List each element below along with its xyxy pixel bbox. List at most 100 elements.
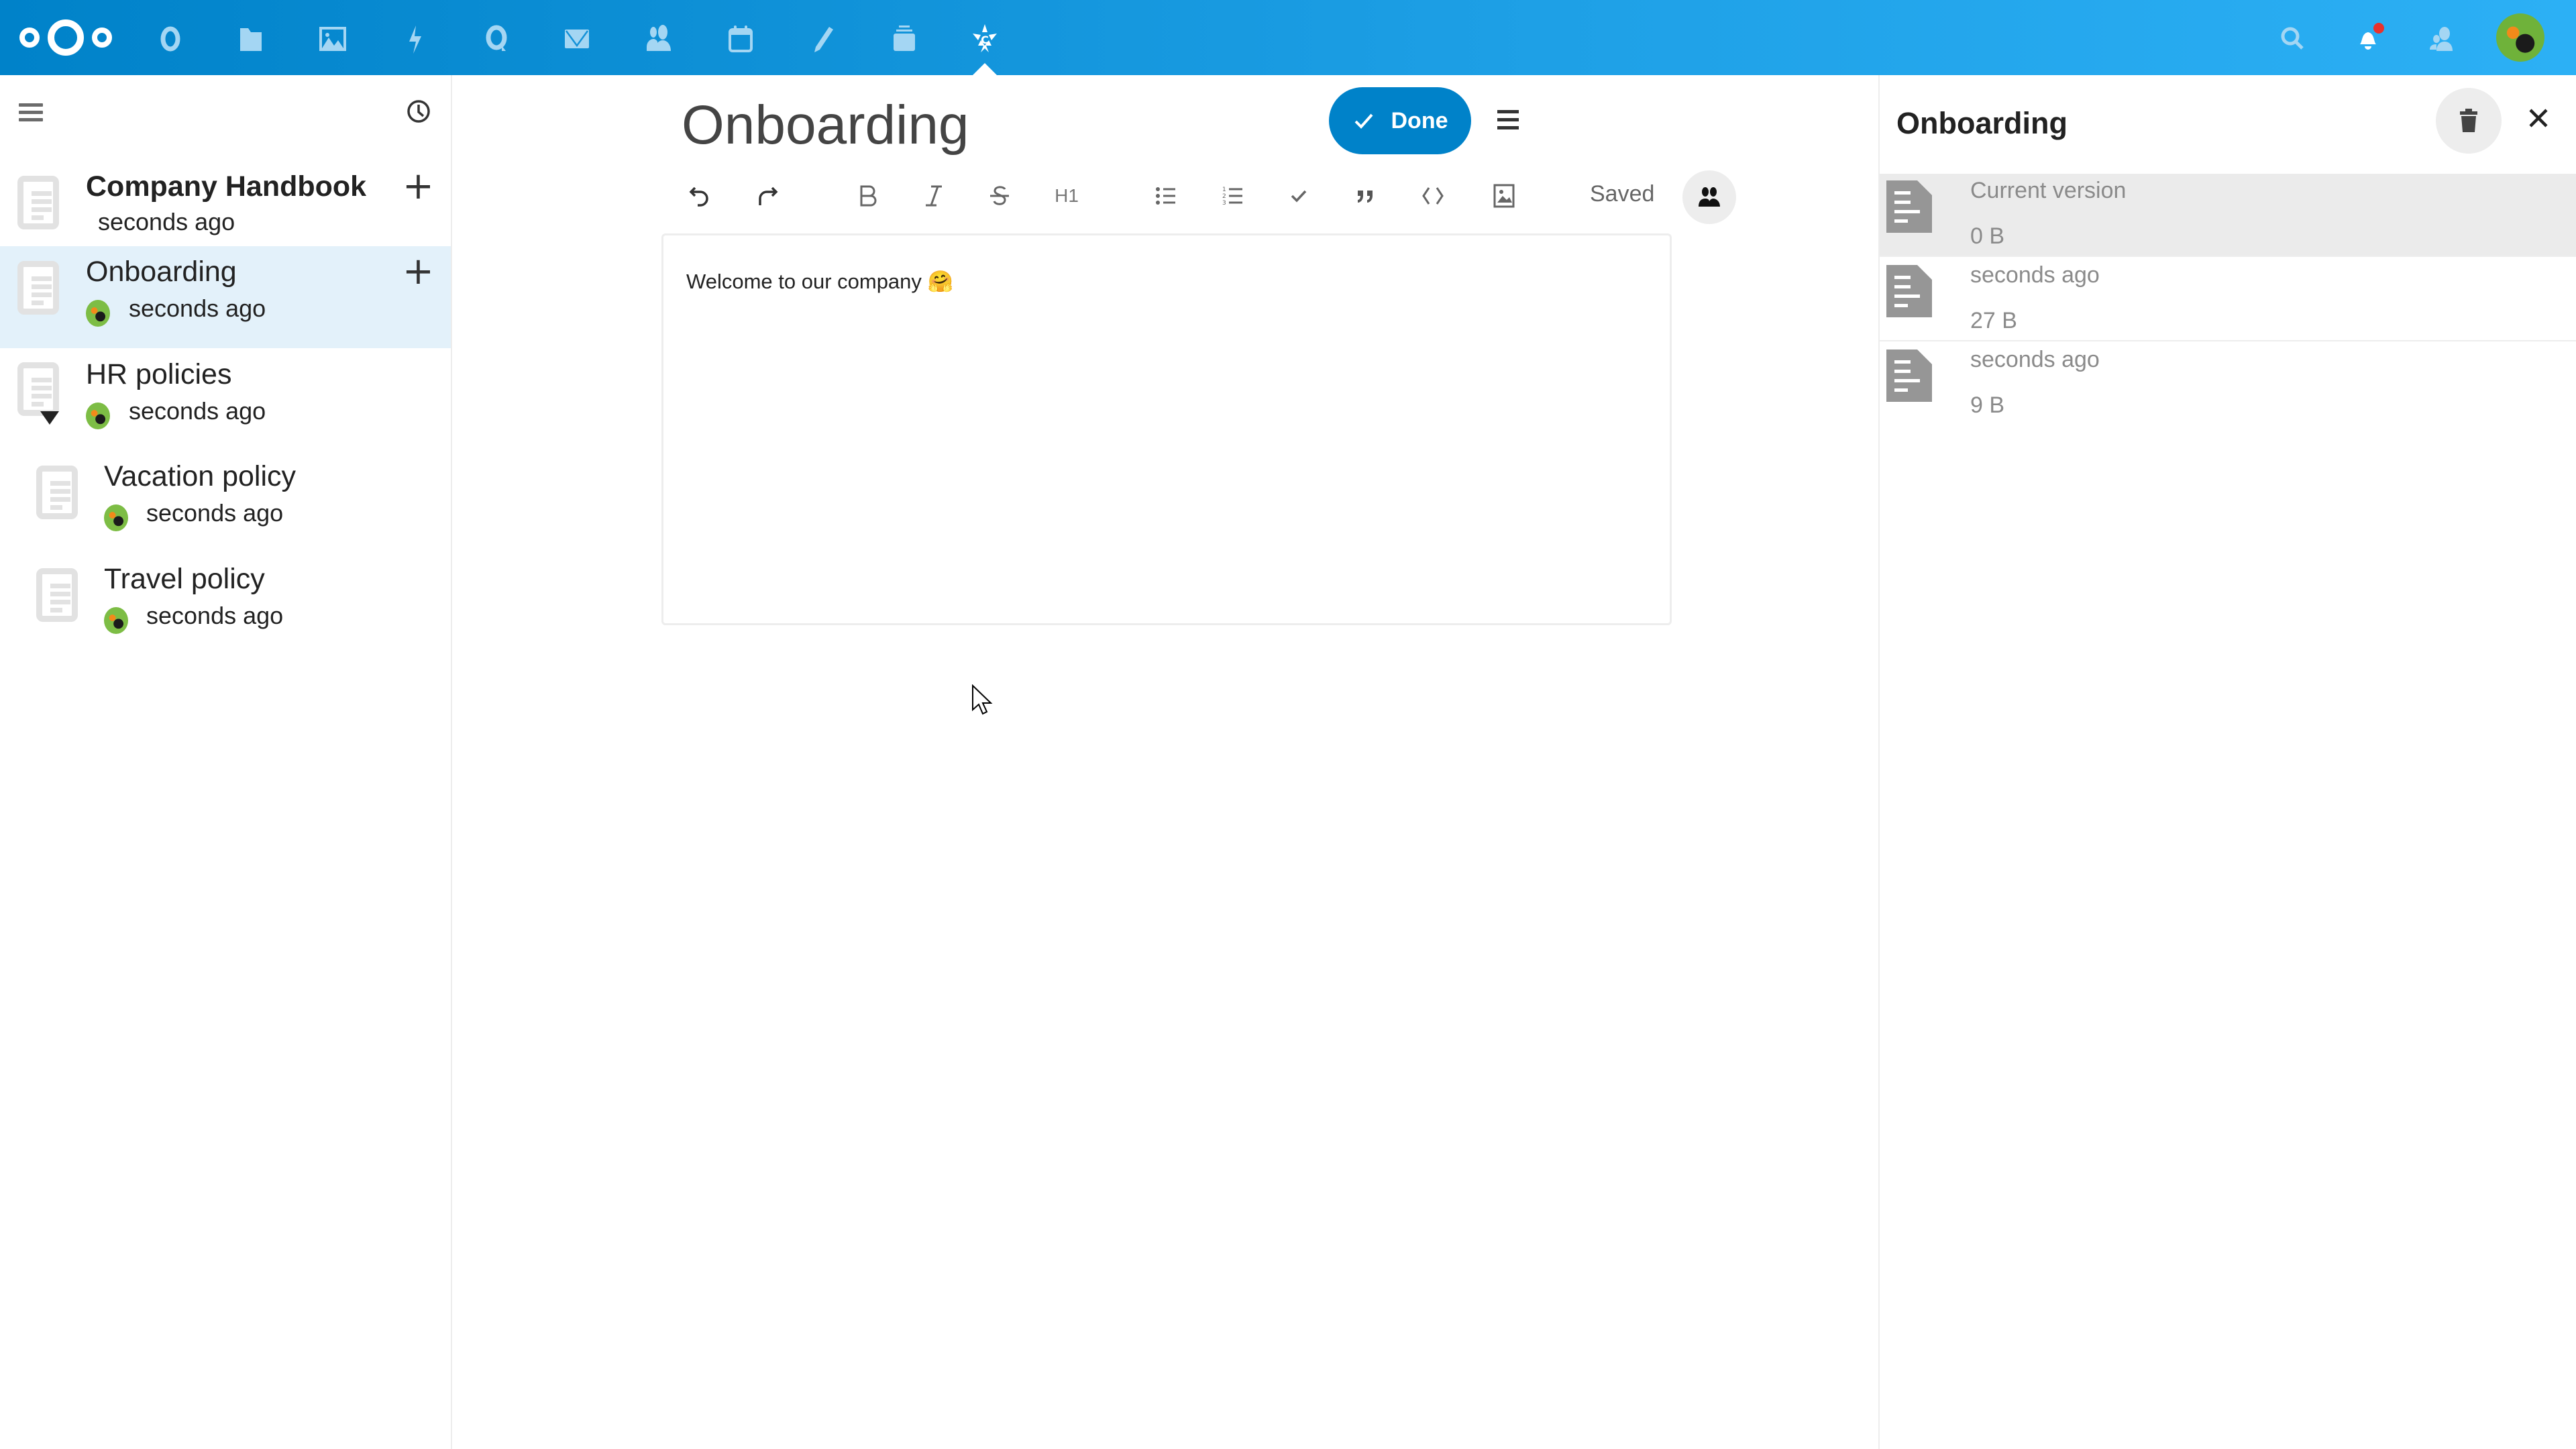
image-icon [1493, 184, 1515, 208]
insert-image-button[interactable] [1484, 176, 1524, 216]
folder-icon [240, 28, 262, 51]
page-stack-icon [17, 362, 59, 416]
done-button[interactable]: Done [1329, 87, 1471, 154]
page-meta: seconds ago [129, 397, 266, 425]
strikethrough-button[interactable] [979, 176, 1020, 216]
people-icon [1699, 187, 1720, 207]
editor-paragraph[interactable]: Welcome to our company 🤗 [686, 269, 953, 294]
image-icon [319, 27, 346, 51]
version-size: 0 B [1970, 223, 2005, 249]
strikethrough-icon [990, 186, 1009, 205]
page-title: Vacation policy [104, 460, 297, 492]
undo-icon [689, 186, 708, 207]
user-avatar[interactable] [2496, 13, 2544, 62]
bold-icon [860, 185, 877, 207]
collaborators-button[interactable] [1682, 170, 1736, 224]
code-block-button[interactable] [1413, 176, 1453, 216]
collapse-toggle-icon[interactable] [40, 411, 59, 425]
app-talk[interactable] [478, 20, 515, 58]
checkmark-icon [1354, 113, 1373, 129]
version-label: Current version [1970, 178, 2127, 203]
notifications-button[interactable] [2349, 20, 2387, 58]
app-deck[interactable] [885, 20, 923, 58]
code-icon [1422, 187, 1444, 205]
svg-text:2: 2 [1222, 193, 1226, 200]
heading-button[interactable]: H1 [1046, 176, 1087, 216]
author-avatar [86, 402, 110, 429]
numbered-list-button[interactable]: 123 [1213, 176, 1253, 216]
active-app-indicator [973, 63, 997, 75]
text-editor[interactable]: Welcome to our company 🤗 [661, 233, 1672, 625]
page-meta: seconds ago [146, 602, 284, 629]
save-status: Saved [1590, 181, 1655, 207]
author-avatar [104, 607, 128, 634]
page-title: Onboarding [86, 256, 237, 288]
page-icon [36, 466, 78, 519]
page-item-vacation-policy[interactable]: Vacation policy seconds ago [0, 451, 451, 553]
quote-icon [1358, 191, 1373, 203]
contacts-icon [647, 25, 671, 51]
version-item[interactable]: seconds ago 9 B [1880, 343, 2576, 426]
version-label: seconds ago [1970, 347, 2100, 372]
calendar-icon [729, 25, 753, 52]
delete-page-button[interactable] [2436, 88, 2502, 154]
svg-text:1: 1 [1222, 186, 1226, 193]
search-button[interactable] [2274, 20, 2312, 58]
circle-icon [160, 26, 180, 52]
redo-button[interactable] [747, 176, 787, 216]
nextcloud-logo[interactable] [17, 15, 114, 60]
svg-text:3: 3 [1222, 200, 1226, 207]
page-actions-menu[interactable] [1497, 110, 1519, 131]
page-item-hr-policies[interactable]: HR policies seconds ago [0, 349, 451, 451]
recent-pages-button[interactable] [404, 97, 433, 126]
done-label: Done [1391, 107, 1448, 133]
app-collectives[interactable]: C [966, 20, 1004, 58]
app-files[interactable] [232, 20, 270, 58]
clock-icon [407, 100, 430, 123]
italic-icon [926, 185, 942, 207]
app-dashboard[interactable] [152, 20, 189, 58]
version-size: 27 B [1970, 308, 2017, 333]
contacts-menu-button[interactable] [2423, 20, 2461, 58]
app-activity[interactable] [396, 20, 433, 58]
page-item-travel-policy[interactable]: Travel policy seconds ago [0, 553, 451, 655]
text-file-icon [1886, 350, 1932, 402]
undo-button[interactable] [680, 176, 720, 216]
redo-icon [759, 186, 778, 205]
app-contacts[interactable] [640, 20, 678, 58]
talk-bubble-icon [486, 25, 507, 51]
italic-button[interactable] [914, 176, 954, 216]
version-item-current[interactable]: Current version 0 B [1880, 174, 2576, 257]
menu-icon [1497, 110, 1519, 113]
version-size: 9 B [1970, 392, 2005, 418]
version-item[interactable]: seconds ago 27 B [1880, 258, 2576, 341]
page-title: Travel policy [104, 563, 265, 595]
add-subpage-button[interactable]: + [402, 168, 434, 205]
navigation-toggle[interactable] [19, 101, 43, 125]
text-file-icon [1886, 180, 1932, 233]
app-photos[interactable] [314, 20, 352, 58]
bullet-list-button[interactable] [1146, 176, 1186, 216]
page-meta: seconds ago [98, 208, 235, 235]
app-mail[interactable] [558, 20, 596, 58]
menu-icon [19, 103, 43, 107]
versions-sidebar: Onboarding Current version 0 B seconds a… [1878, 75, 2576, 1449]
lightning-icon [409, 25, 421, 54]
trash-icon [2460, 109, 2477, 132]
close-sidebar-button[interactable] [2522, 102, 2555, 134]
page-meta: seconds ago [129, 294, 266, 322]
text-file-icon [1886, 265, 1932, 317]
checklist-button[interactable] [1279, 176, 1319, 216]
page-title-heading[interactable]: Onboarding [682, 94, 969, 157]
page-icon [17, 261, 59, 315]
blockquote-button[interactable] [1346, 176, 1386, 216]
add-subpage-button[interactable]: + [402, 253, 434, 290]
app-calendar[interactable] [722, 20, 759, 58]
search-icon [2281, 27, 2304, 50]
page-meta: seconds ago [146, 499, 284, 527]
bullet-list-icon [1156, 187, 1175, 205]
page-item-onboarding[interactable]: Onboarding seconds ago + [0, 246, 451, 348]
deck-icon [894, 25, 915, 51]
bold-button[interactable] [848, 176, 888, 216]
app-notes[interactable] [804, 20, 841, 58]
